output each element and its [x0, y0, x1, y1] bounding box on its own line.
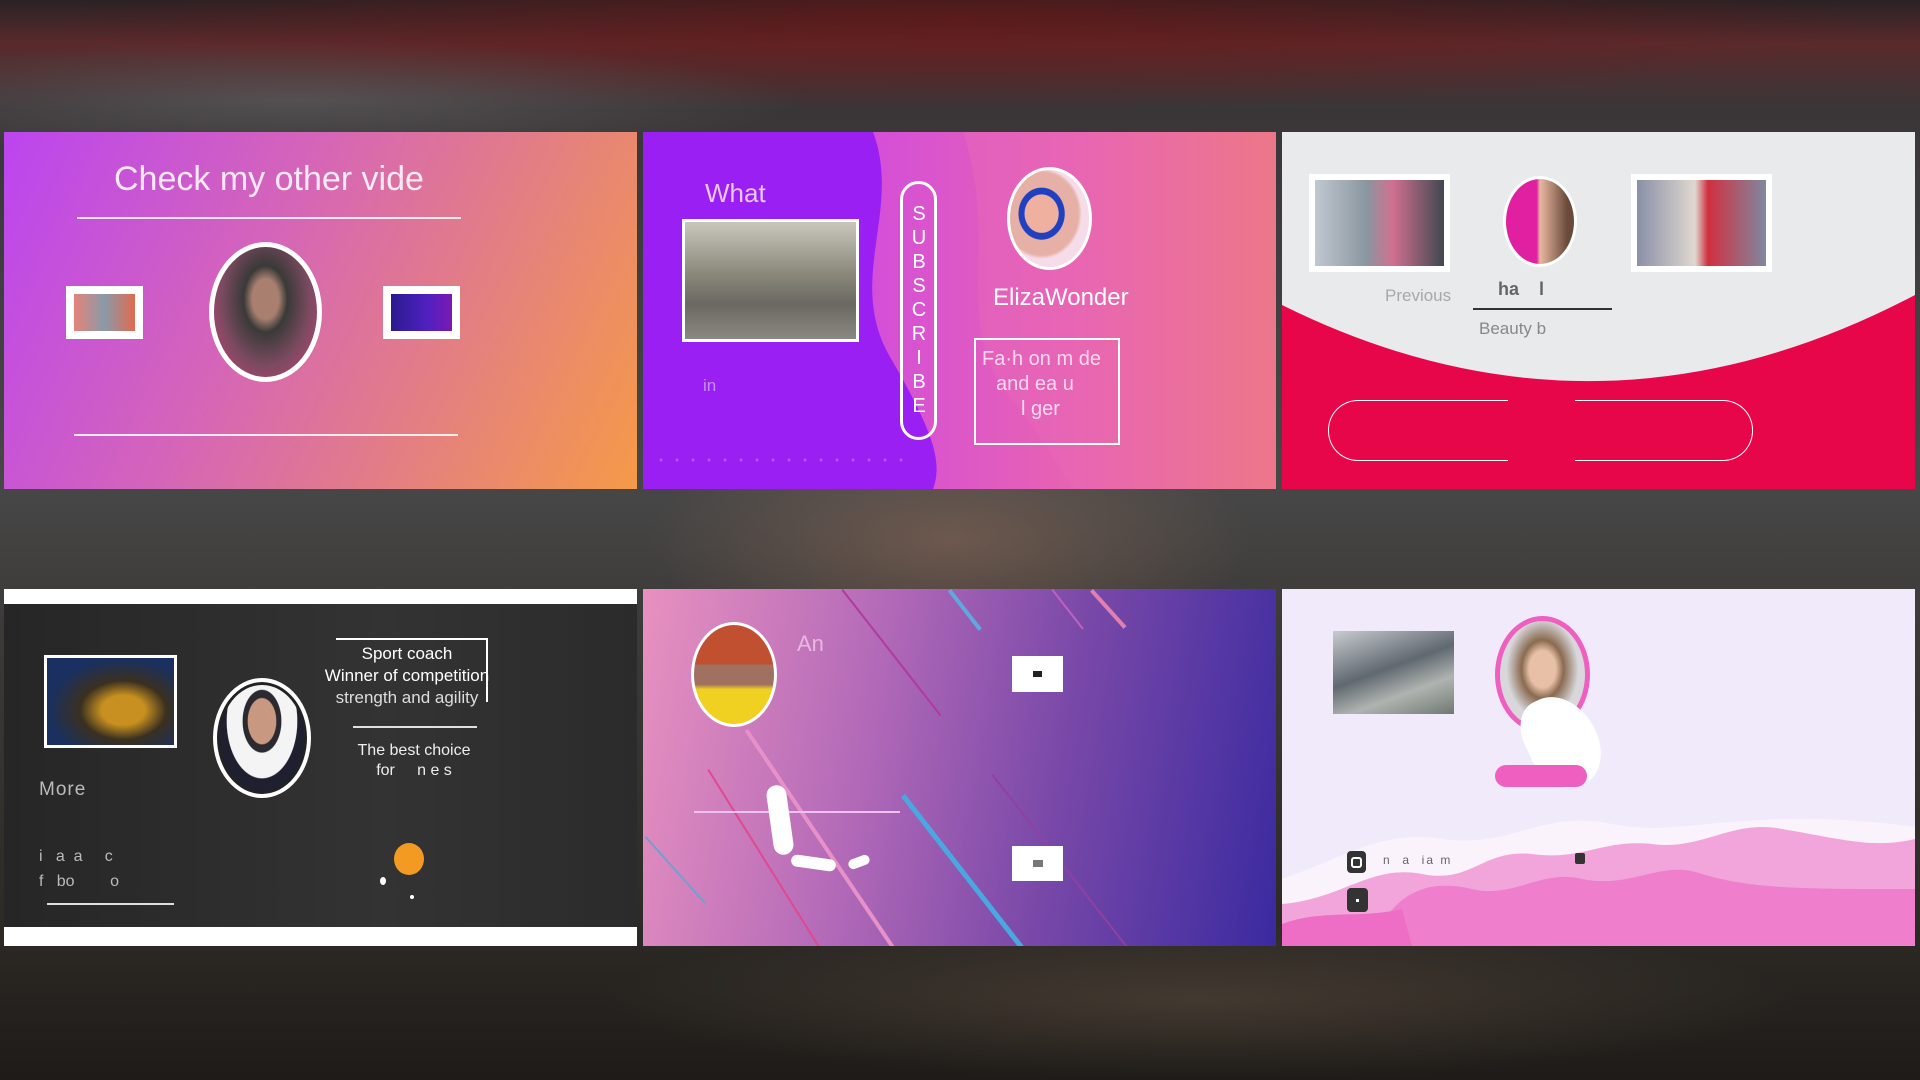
divider — [353, 726, 477, 728]
white-dot — [380, 877, 386, 885]
template-beauty[interactable]: Previous ha l Beauty b — [1282, 132, 1915, 489]
video-thumbnail-left[interactable] — [1333, 631, 1454, 714]
profile-avatar — [691, 622, 777, 727]
template-sport-coach[interactable]: More Sport coach Winner of competition s… — [4, 589, 637, 946]
bullet-text: in — [703, 376, 717, 395]
stripe — [644, 836, 707, 905]
button-box[interactable] — [1012, 846, 1063, 881]
video-thumbnail-right[interactable] — [383, 286, 460, 339]
subscribe-button[interactable]: SUBSCRIBE — [900, 181, 937, 440]
bottom-bar — [4, 927, 637, 946]
panel-title: Check my other vide — [114, 160, 424, 198]
heading: An — [797, 631, 824, 656]
profile-avatar — [213, 678, 311, 798]
description-line: l ger — [1021, 398, 1060, 420]
pink-bar — [1495, 765, 1587, 787]
footer-line: f bo o — [39, 873, 120, 890]
channel-name: ElizaWonder — [993, 284, 1129, 311]
social-icon[interactable] — [1347, 888, 1368, 912]
stripe — [947, 589, 982, 631]
social-text[interactable]: n a ia m — [1383, 853, 1452, 867]
small-square-icon[interactable] — [1575, 853, 1585, 864]
featured-video[interactable] — [682, 219, 859, 342]
tagline-line: The best choice — [357, 742, 471, 759]
template-stripes[interactable]: An — [643, 589, 1276, 946]
stripe — [841, 589, 942, 717]
subscribe-label: SUBSCRIBE — [908, 202, 930, 419]
heading: What — [705, 178, 766, 208]
tagline-line: for n e s — [376, 762, 452, 779]
divider-top — [77, 217, 461, 219]
video-thumbnail-left[interactable] — [1309, 174, 1450, 272]
divider — [694, 811, 900, 813]
description-line: Fa·h on m de — [982, 348, 1101, 370]
stripe — [1090, 589, 1127, 629]
divider-bottom — [74, 434, 458, 436]
subscribe-pill-right[interactable] — [1575, 400, 1753, 461]
video-thumbnail[interactable] — [44, 655, 177, 748]
dot-row — [653, 450, 903, 474]
info-text: Sport coach Winner of competition streng… — [322, 643, 492, 709]
subscribe-pill-left[interactable] — [1328, 400, 1508, 461]
info-line: Winner of competition — [324, 666, 490, 685]
template-check-videos[interactable]: Check my other vide — [4, 132, 637, 489]
channel-name: ha l — [1498, 279, 1545, 299]
template-pink-waves[interactable]: n a ia m — [1282, 589, 1915, 946]
divider — [1473, 308, 1612, 310]
footer-line: i a a c — [39, 848, 113, 865]
stripe — [1051, 589, 1084, 630]
orange-dot — [394, 843, 424, 875]
button-box[interactable] — [1012, 656, 1063, 692]
top-bar — [4, 589, 637, 604]
profile-avatar — [1503, 176, 1577, 267]
profile-avatar — [209, 242, 322, 382]
more-label[interactable]: More — [39, 779, 86, 801]
tagline: The best choice for n e s — [344, 741, 484, 781]
video-thumbnail-right[interactable] — [1631, 174, 1772, 272]
description-line: and ea u — [996, 373, 1074, 395]
footer-divider — [47, 903, 174, 905]
instagram-icon[interactable] — [1347, 851, 1366, 873]
template-subscribe[interactable]: What in SUBSCRIBE ElizaWonder Fa·h on m … — [643, 132, 1276, 489]
subtitle: Beauty b — [1479, 319, 1547, 338]
profile-avatar — [1007, 167, 1092, 270]
stripe — [744, 729, 916, 946]
video-thumbnail-left[interactable] — [66, 286, 143, 339]
info-line: strength and agility — [335, 688, 479, 707]
white-dot — [410, 895, 414, 899]
brush-stroke — [846, 853, 872, 871]
info-line: Sport coach — [361, 644, 453, 663]
description-box: Fa·h on m de and ea u l ger — [974, 338, 1120, 445]
previous-label[interactable]: Previous — [1385, 286, 1451, 306]
